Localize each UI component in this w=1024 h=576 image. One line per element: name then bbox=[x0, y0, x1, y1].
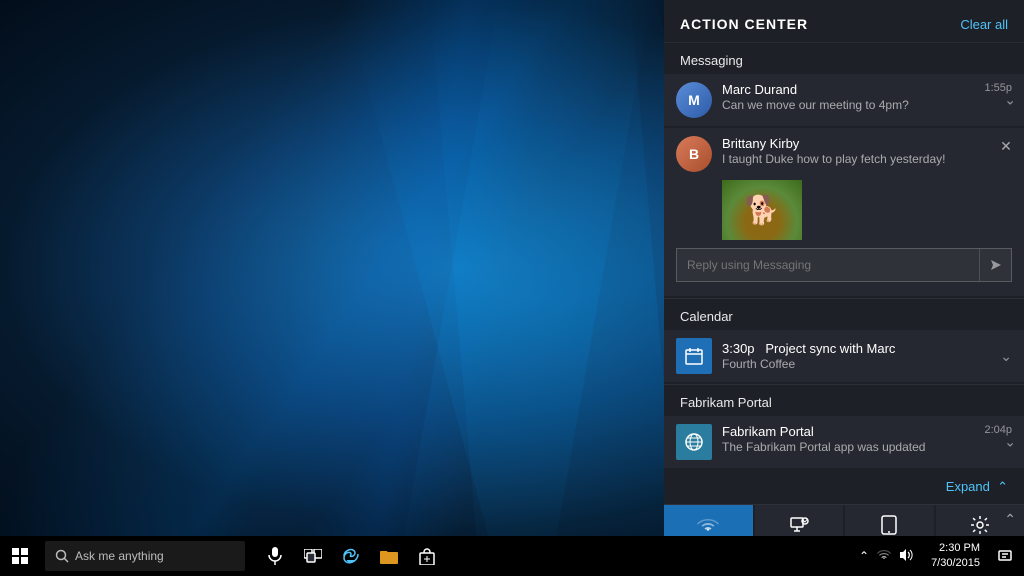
edge-icon bbox=[342, 547, 360, 565]
tray-volume-icon[interactable] bbox=[897, 546, 915, 567]
fabrikam-icon bbox=[676, 424, 712, 460]
calendar-event-title: 3:30p Project sync with Marc bbox=[722, 341, 990, 356]
expand-bar[interactable]: Expand ⌃ bbox=[664, 470, 1024, 504]
tablet-icon bbox=[881, 515, 897, 537]
system-tray: ⌃ bbox=[857, 546, 915, 567]
fabrikam-notif-body: Fabrikam Portal The Fabrikam Portal app … bbox=[722, 424, 974, 454]
notification-icon bbox=[998, 548, 1012, 562]
quick-actions-grid: Fabrikam 1 Connect bbox=[664, 504, 1024, 536]
task-view-button[interactable] bbox=[298, 536, 328, 576]
settings-icon bbox=[970, 515, 990, 537]
search-placeholder: Ask me anything bbox=[75, 549, 164, 563]
action-center-content: Messaging M Marc Durand Can we move our … bbox=[664, 43, 1024, 536]
wifi-icon bbox=[697, 517, 719, 537]
dog-image bbox=[722, 180, 802, 240]
reply-input[interactable] bbox=[677, 250, 979, 280]
calendar-section-label: Calendar bbox=[664, 299, 1024, 330]
fabrikam-chevron[interactable]: ⌄ bbox=[1004, 434, 1016, 451]
desktop-background bbox=[0, 0, 760, 536]
taskbar-left: Ask me anything bbox=[0, 536, 857, 576]
expand-label: Expand ⌃ bbox=[946, 479, 1008, 494]
fabrikam-section-label: Fabrikam Portal bbox=[664, 385, 1024, 416]
qa-tablet-mode[interactable]: Tablet mode bbox=[845, 505, 934, 536]
qa-fabrikam1[interactable]: Fabrikam 1 bbox=[664, 505, 753, 536]
taskbar-right: ⌃ 2:30 PM 7/30/2015 bbox=[857, 541, 1024, 572]
avatar-brittany: B bbox=[676, 136, 712, 172]
clear-all-button[interactable]: Clear all bbox=[960, 17, 1008, 32]
calendar-event-body: 3:30p Project sync with Marc Fourth Coff… bbox=[722, 341, 990, 371]
store-icon bbox=[419, 547, 435, 565]
calendar-chevron[interactable]: ⌄ bbox=[1000, 348, 1012, 365]
mic-icon bbox=[268, 547, 282, 565]
notif-brittany-name: Brittany Kirby bbox=[722, 136, 1012, 151]
system-clock[interactable]: 2:30 PM 7/30/2015 bbox=[923, 541, 988, 572]
tray-network-icon[interactable] bbox=[875, 547, 893, 566]
taskbar-icons bbox=[260, 536, 442, 576]
notif-brittany-header: B Brittany Kirby I taught Duke how to pl… bbox=[664, 128, 1024, 180]
fabrikam-notif-message: The Fabrikam Portal app was updated bbox=[722, 440, 974, 454]
tray-chevron[interactable]: ⌃ bbox=[857, 547, 871, 565]
calendar-event-location: Fourth Coffee bbox=[722, 357, 990, 371]
file-explorer-button[interactable] bbox=[374, 536, 404, 576]
action-center-header: ACTION CENTER Clear all bbox=[664, 0, 1024, 43]
notif-brittany-message: I taught Duke how to play fetch yesterda… bbox=[722, 152, 1012, 166]
notif-brittany-close[interactable]: ✕ bbox=[996, 136, 1016, 156]
avatar-marc: M bbox=[676, 82, 712, 118]
calendar-icon bbox=[676, 338, 712, 374]
notif-brittany-image-container bbox=[722, 180, 1012, 240]
qa-connect[interactable]: Connect bbox=[755, 505, 844, 536]
fabrikam-notification[interactable]: Fabrikam Portal The Fabrikam Portal app … bbox=[664, 416, 1024, 468]
connect-icon bbox=[789, 515, 809, 537]
action-center-button[interactable] bbox=[996, 546, 1014, 567]
cortana-mic-button[interactable] bbox=[260, 536, 290, 576]
task-view-icon bbox=[304, 549, 322, 563]
taskbar: Ask me anything bbox=[0, 536, 1024, 576]
notif-marc-message: Can we move our meeting to 4pm? bbox=[722, 98, 974, 112]
notif-marc-durand[interactable]: M Marc Durand Can we move our meeting to… bbox=[664, 74, 1024, 126]
clock-time: 2:30 PM bbox=[931, 541, 980, 556]
fabrikam-notif-name: Fabrikam Portal bbox=[722, 424, 974, 439]
notif-brittany-body: Brittany Kirby I taught Duke how to play… bbox=[722, 136, 1012, 166]
volume-icon bbox=[899, 548, 913, 562]
edge-browser-button[interactable] bbox=[336, 536, 366, 576]
notif-reply-area bbox=[676, 248, 1012, 282]
search-bar[interactable]: Ask me anything bbox=[45, 541, 245, 571]
search-icon bbox=[55, 549, 69, 563]
messaging-section-label: Messaging bbox=[664, 43, 1024, 74]
notif-marc-chevron[interactable]: ⌄ bbox=[1004, 92, 1016, 109]
network-icon bbox=[877, 549, 891, 561]
start-button[interactable] bbox=[0, 536, 40, 576]
send-button[interactable] bbox=[979, 249, 1011, 281]
notif-marc-body: Marc Durand Can we move our meeting to 4… bbox=[722, 82, 974, 112]
calendar-notification[interactable]: 3:30p Project sync with Marc Fourth Coff… bbox=[664, 330, 1024, 382]
store-button[interactable] bbox=[412, 536, 442, 576]
clock-date: 7/30/2015 bbox=[931, 556, 980, 571]
file-explorer-icon bbox=[380, 548, 398, 564]
action-center-title: ACTION CENTER bbox=[680, 16, 808, 32]
notif-brittany-collapse[interactable]: ⌃ bbox=[1004, 511, 1016, 528]
notif-marc-name: Marc Durand bbox=[722, 82, 974, 97]
notif-brittany-expanded: B Brittany Kirby I taught Duke how to pl… bbox=[664, 128, 1024, 296]
action-center-panel: ACTION CENTER Clear all Messaging M Marc… bbox=[664, 0, 1024, 536]
